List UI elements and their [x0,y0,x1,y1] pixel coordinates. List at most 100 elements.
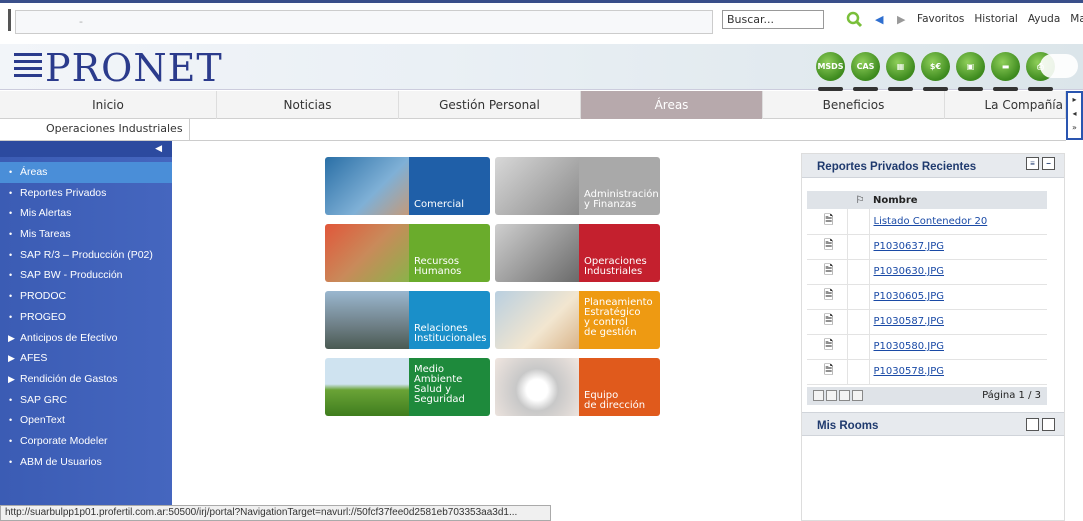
tile-relaciones-institucionales[interactable]: Relaciones Institucionales [325,291,490,349]
tab-areas[interactable]: Áreas [581,91,763,119]
main-navigation: Inicio Noticias Gestión Personal Áreas B… [0,91,1066,119]
sidebar-item-mis-tareas[interactable]: • Mis Tareas [0,224,172,245]
first-page-button[interactable] [813,390,824,401]
table-row[interactable]: 🗎 P1030637.JPG [807,234,1047,260]
window-marker [8,9,11,31]
sidebar-item-areas[interactable]: • Áreas [0,162,172,183]
handshake-photo [325,157,409,215]
panel-title: Reportes Privados Recientes [817,161,977,173]
sidebar-item-anticipos[interactable]: ▶ Anticipos de Efectivo [0,328,172,349]
sidebar-item-afes[interactable]: ▶ AFES [0,348,172,369]
tab-noticias[interactable]: Noticias [217,91,399,119]
link-historial[interactable]: Historial [974,13,1017,25]
link-mapa[interactable]: Mapa [1070,13,1083,25]
cas-app-icon[interactable]: CAS [851,52,880,91]
report-link[interactable]: P1030630.JPG [874,266,944,277]
sidebar-item-mis-alertas[interactable]: • Mis Alertas [0,203,172,224]
search-icon[interactable] [846,11,864,29]
sidebar-item-progeo[interactable]: • PROGEO [0,307,172,328]
pronet-logo[interactable]: PRONET [14,48,223,88]
tile-administracion[interactable]: Administración y Finanzas [495,157,660,215]
link-ayuda[interactable]: Ayuda [1028,13,1060,25]
table-row[interactable]: 🗎 P1030587.JPG [807,309,1047,335]
tile-label: Administración y Finanzas [579,157,660,215]
tile-comercial[interactable]: Comercial [325,157,490,215]
sidebar-item-sap-bw[interactable]: • SAP BW - Producción [0,265,172,286]
tab-la-compania[interactable]: La Compañía [945,91,1066,119]
panel-options-icon[interactable]: ≡ [1026,157,1039,170]
pager-buttons [813,390,863,401]
sidebar-item-prodoc[interactable]: • PRODOC [0,286,172,307]
city-photo [325,291,409,349]
image-file-icon: 🗎 [807,359,847,385]
prev-page-button[interactable] [826,390,837,401]
top-links: Favoritos Historial Ayuda Mapa [917,13,1083,25]
tab-inicio[interactable]: Inicio [0,91,217,119]
tile-label: Operaciones Industriales [579,224,660,282]
bus-app-icon[interactable]: ▬ [991,52,1020,91]
report-link[interactable]: P1030637.JPG [874,241,944,252]
rooms-options-icon[interactable] [1026,418,1039,431]
panel-header: Reportes Privados Recientes ≡ − [802,154,1064,178]
report-link[interactable]: Listado Contenedor 20 [874,216,988,227]
subtab-operaciones-industriales[interactable]: Operaciones Industriales [8,119,190,141]
report-link[interactable]: P1030605.JPG [874,291,944,302]
tile-label: Medio Ambiente Salud y Seguridad [409,358,490,416]
forward-arrow-icon[interactable]: ▶ [897,13,905,26]
sidebar-item-opentext[interactable]: • OpenText [0,410,172,431]
tile-planeamiento[interactable]: Planeamiento Estratégico y control de ge… [495,291,660,349]
rooms-minimize-icon[interactable] [1042,418,1055,431]
next-page-button[interactable] [839,390,850,401]
currency-app-icon[interactable]: $€ [921,52,950,91]
last-page-button[interactable] [852,390,863,401]
panel-minimize-icon[interactable]: − [1042,157,1055,170]
money-app-icon[interactable]: ▣ [956,52,985,91]
sidebar-item-abm-usuarios[interactable]: • ABM de Usuarios [0,452,172,473]
hands-photo [325,224,409,282]
sidebar-collapse-button[interactable]: ◀ [0,141,172,157]
report-link[interactable]: P1030580.JPG [874,341,944,352]
tile-label: Planeamiento Estratégico y control de ge… [579,291,660,349]
reportes-panel: Reportes Privados Recientes ≡ − ⚐ Nombre… [801,153,1065,521]
plant-photo [495,224,579,282]
header-banner: PRONET MSDS CAS ▦ $€ ▣ ▬ ⎙ [0,44,1083,91]
tile-recursos-humanos[interactable]: Recursos Humanos [325,224,490,282]
team-photo [495,358,579,416]
report-link[interactable]: P1030578.JPG [874,366,944,377]
table-row[interactable]: 🗎 Listado Contenedor 20 [807,209,1047,235]
sidebar-item-corporate-modeler[interactable]: • Corporate Modeler [0,431,172,452]
search-input[interactable] [722,10,824,29]
title-bar: - [15,10,713,34]
rooms-panel-header: Mis Rooms [802,412,1064,436]
sidebar-item-rendicion-gastos[interactable]: ▶ Rendición de Gastos [0,369,172,390]
sidebar-item-sap-grc[interactable]: • SAP GRC [0,390,172,411]
image-file-icon: 🗎 [807,284,847,310]
report-file-icon: 🗎 [807,209,847,235]
app-shortcuts: MSDS CAS ▦ $€ ▣ ▬ ⎙ [816,52,1055,91]
image-file-icon: 🗎 [807,334,847,360]
table-row[interactable]: 🗎 P1030580.JPG [807,334,1047,360]
table-row[interactable]: 🗎 P1030605.JPG [807,284,1047,310]
tab-gestion-personal[interactable]: Gestión Personal [399,91,581,119]
tile-equipo-direccion[interactable]: Equipo de dirección [495,358,660,416]
nav-scroll-control[interactable]: ▸ ◂» [1066,91,1083,140]
msds-app-icon[interactable]: MSDS [816,52,845,91]
tile-operaciones-industriales[interactable]: Operaciones Industriales [495,224,660,282]
sidebar: ◀ • Áreas • Reportes Privados • Mis Alertas… [0,141,172,521]
tile-label: Recursos Humanos [409,224,490,282]
expand-arrow-icon: ▶ [8,373,15,384]
back-arrow-icon[interactable]: ◀ [875,13,883,26]
report-link[interactable]: P1030587.JPG [874,316,944,327]
calendar-app-icon[interactable]: ▦ [886,52,915,91]
sub-navigation: Operaciones Industriales [0,119,1066,141]
tab-beneficios[interactable]: Beneficios [763,91,945,119]
table-row[interactable]: 🗎 P1030578.JPG [807,359,1047,385]
link-favoritos[interactable]: Favoritos [917,13,964,25]
expand-arrow-icon: ▶ [8,332,15,343]
flag-column-icon: ⚐ [847,191,869,209]
sidebar-item-reportes-privados[interactable]: • Reportes Privados [0,183,172,204]
reports-table: ⚐ Nombre 🗎 Listado Contenedor 20 🗎 P103063… [807,191,1047,385]
table-row[interactable]: 🗎 P1030630.JPG [807,259,1047,285]
tile-medio-ambiente[interactable]: Medio Ambiente Salud y Seguridad [325,358,490,416]
sidebar-item-sap-r3[interactable]: • SAP R/3 – Producción (P02) [0,245,172,266]
